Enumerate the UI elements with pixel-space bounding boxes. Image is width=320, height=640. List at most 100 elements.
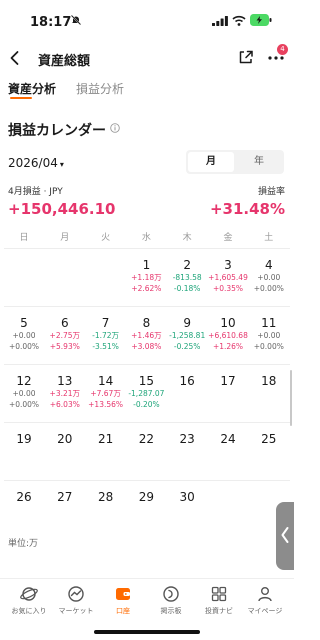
battery-charging-icon (250, 14, 272, 26)
day-number: 27 (57, 490, 73, 504)
share-icon[interactable] (238, 49, 254, 65)
weekday-label: 金 (223, 233, 233, 243)
calendar-day[interactable]: 17 (208, 374, 248, 388)
calendar-day[interactable]: 10 +6,610.68 +1.26% (208, 316, 248, 352)
calendar-day[interactable]: 14 +7.67万 +13.56% (86, 374, 126, 410)
period-toggle: 月 年 (186, 150, 284, 174)
calendar-row-divider (4, 364, 290, 365)
day-number: 12 (16, 374, 32, 388)
day-number: 16 (179, 374, 195, 388)
day-pl-percent: +5.93% (49, 342, 80, 351)
calendar-day[interactable]: 3 +1,605.49 +0.35% (208, 258, 248, 294)
day-pl-percent: +0.00% (253, 342, 284, 351)
day-pl-amount: +0.00 (257, 273, 281, 282)
active-tab-indicator (10, 97, 32, 99)
calendar-day[interactable]: 28 (86, 490, 126, 504)
calendar-row-divider (4, 422, 290, 423)
pl-label: 4月損益 · JPY (8, 187, 63, 197)
weekday-label: 土 (264, 233, 274, 243)
weekday-label: 日 (19, 233, 29, 243)
day-pl-percent: +2.62% (131, 284, 162, 293)
calendar-day[interactable]: 16 (167, 374, 207, 388)
bottom-nav-label: マイページ (247, 607, 283, 615)
day-number: 2 (183, 258, 191, 272)
calendar-row-divider (4, 480, 290, 481)
day-number: 11 (261, 316, 277, 330)
page-title: 資産総額 (38, 54, 91, 69)
day-pl-amount: +1.46万 (131, 331, 162, 340)
pl-rate-label: 損益率 (257, 187, 285, 197)
day-number: 26 (16, 490, 32, 504)
calendar-day[interactable]: 29 (126, 490, 166, 504)
day-number: 25 (261, 432, 277, 446)
side-panel-handle[interactable] (276, 502, 294, 570)
board-icon (163, 586, 179, 602)
calendar-day[interactable]: 1 +1.18万 +2.62% (126, 258, 166, 294)
day-number: 18 (261, 374, 277, 388)
calendar-day[interactable]: 18 (249, 374, 289, 388)
info-icon[interactable] (110, 123, 120, 133)
day-pl-amount: +0.00 (257, 331, 281, 340)
bottom-nav-mypage[interactable]: マイページ (236, 585, 294, 616)
day-number: 22 (138, 432, 155, 446)
calendar-day[interactable]: 6 +2.75万 +5.93% (45, 316, 85, 352)
day-number: 28 (97, 490, 114, 504)
calendar-day[interactable]: 20 (45, 432, 85, 446)
more-icon[interactable] (268, 56, 284, 60)
calendar-day[interactable]: 5 +0.00 +0.00% (4, 316, 44, 352)
day-number: 13 (57, 374, 73, 388)
wifi-icon (232, 15, 246, 26)
day-number: 4 (264, 258, 273, 272)
calendar-day[interactable]: 21 (86, 432, 126, 446)
segment-year[interactable]: 年 (236, 152, 282, 172)
calendar-day[interactable]: 26 (4, 490, 44, 504)
day-number: 8 (142, 316, 151, 330)
bell-slash-icon (70, 14, 82, 26)
section-title: 損益カレンダー (8, 123, 106, 139)
day-pl-amount: -1,287.07 (128, 389, 165, 398)
day-number: 5 (20, 316, 28, 330)
segment-month[interactable]: 月 (188, 152, 234, 172)
day-number: 23 (179, 432, 195, 446)
scrollbar[interactable] (290, 370, 292, 426)
tab-pl-analysis[interactable]: 損益分析 (76, 80, 124, 97)
day-pl-amount: +6,610.68 (208, 331, 248, 340)
day-number: 30 (179, 490, 195, 504)
day-pl-percent: +0.00% (8, 400, 40, 409)
calendar-day[interactable]: 25 (249, 432, 289, 446)
calendar-day[interactable]: 22 (126, 432, 166, 446)
home-indicator (94, 630, 200, 634)
calendar-day[interactable]: 19 (4, 432, 44, 446)
calendar-day[interactable]: 24 (208, 432, 248, 446)
calendar-day[interactable]: 2 -813.58 -0.18% (167, 258, 207, 294)
unit-label: 単位:万 (8, 539, 39, 549)
calendar-day[interactable]: 7 -1.72万 -3.51% (86, 316, 126, 352)
weekday-header: 日月火水木金土 (4, 230, 290, 244)
tab-asset-analysis[interactable]: 資産分析 (8, 80, 56, 97)
calendar-day[interactable]: 15 -1,287.07 -0.20% (126, 374, 166, 410)
calendar-row-divider (4, 248, 290, 249)
day-pl-percent: +0.35% (212, 284, 244, 293)
calendar-day[interactable]: 13 +3.21万 +6.03% (45, 374, 85, 410)
status-time: 18:17 (30, 15, 72, 30)
day-pl-amount: -1.72万 (92, 331, 120, 340)
day-number: 14 (97, 374, 114, 388)
day-pl-amount: -813.58 (172, 273, 202, 282)
calendar-day[interactable]: 9 -1,258.81 -0.25% (167, 316, 207, 352)
grid-icon (211, 586, 227, 602)
calendar-day[interactable]: 8 +1.46万 +3.08% (126, 316, 166, 352)
day-number: 24 (220, 432, 236, 446)
month-picker[interactable]: 2026/04 ▾ (8, 156, 64, 170)
calendar-day[interactable]: 4 +0.00 +0.00% (249, 258, 289, 294)
calendar-day[interactable]: 30 (167, 490, 207, 504)
calendar-day[interactable]: 12 +0.00 +0.00% (4, 374, 44, 410)
pl-rate: +31.48% (209, 200, 285, 218)
calendar-day[interactable]: 27 (45, 490, 85, 504)
day-number: 21 (97, 432, 114, 446)
day-pl-amount: +3.21万 (49, 389, 81, 398)
day-number: 15 (138, 374, 155, 388)
day-number: 20 (57, 432, 73, 446)
calendar-day[interactable]: 23 (167, 432, 207, 446)
calendar-day[interactable]: 11 +0.00 +0.00% (249, 316, 289, 352)
back-icon[interactable] (8, 50, 22, 66)
